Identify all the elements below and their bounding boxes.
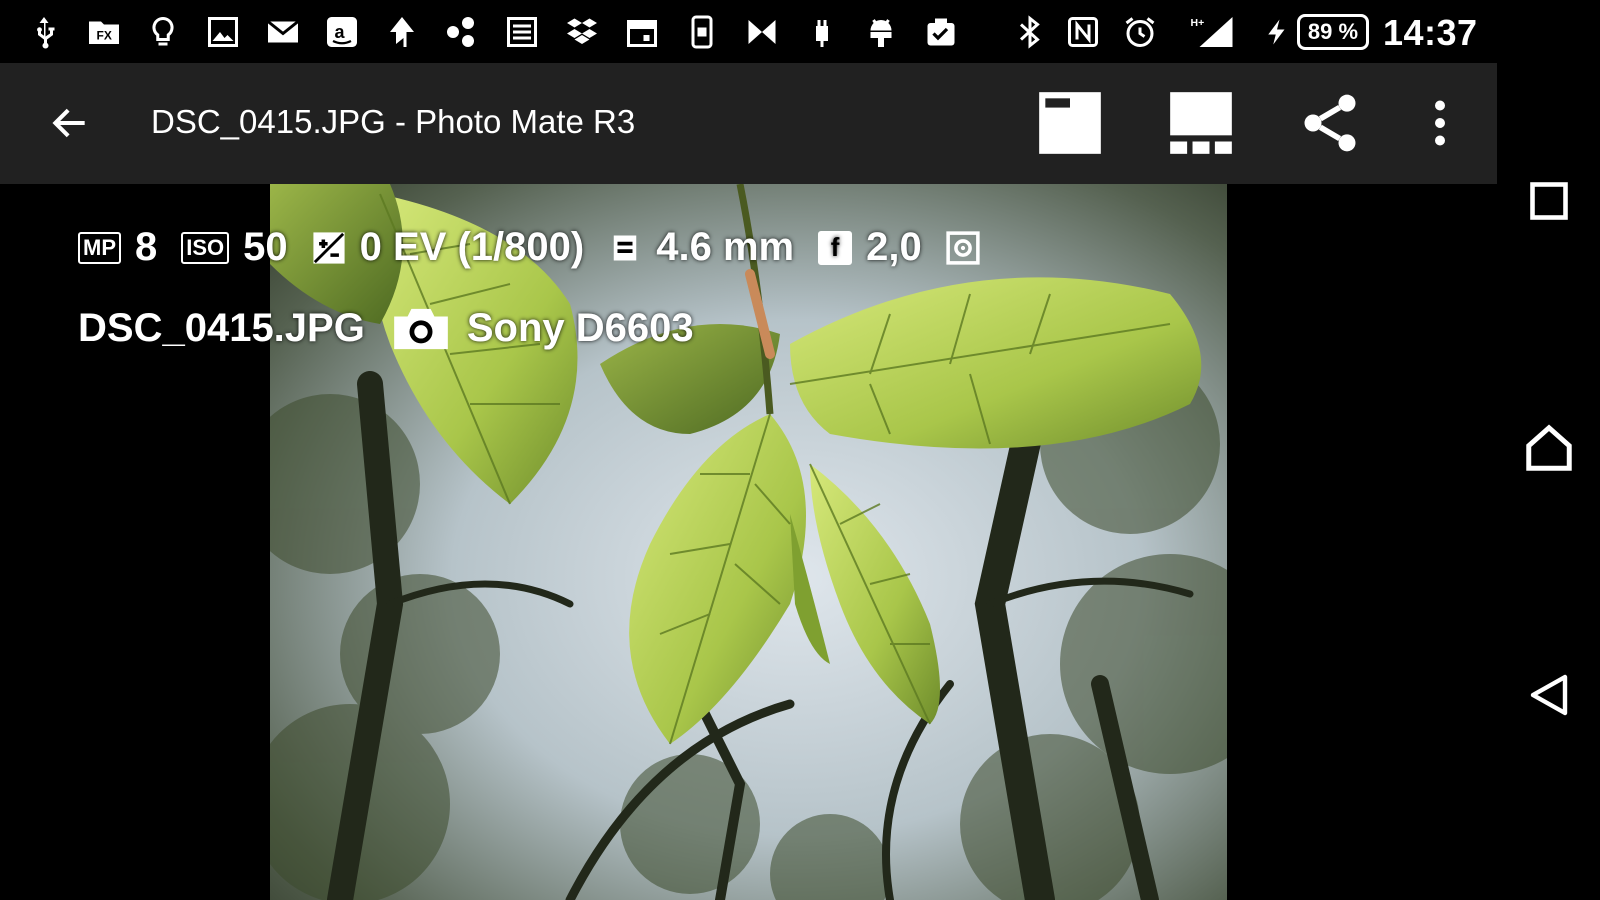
share-button[interactable] [1290,83,1370,163]
phone-sync-icon [682,12,722,52]
charging-icon [1262,12,1292,52]
network-type-label: H+ [1190,17,1204,29]
filmstrip-view-button[interactable] [1161,83,1241,163]
focal-length-value: 4.6 mm [656,225,795,269]
battery-indicator: 89 % [1297,14,1369,50]
megapixel-value: 8 [135,225,158,269]
photo-image[interactable] [270,184,1227,900]
metering-icon [946,230,980,265]
share-alt-icon [442,12,482,52]
svg-text:FX: FX [97,29,112,43]
calendar-icon [622,12,662,52]
recents-square-icon [1530,182,1568,220]
android-icon [861,12,901,52]
bluetooth-icon [1010,12,1050,52]
send-icon [382,12,422,52]
alarm-icon [1120,12,1160,52]
recents-button[interactable] [1519,171,1579,231]
signal-icon: H+ [1185,12,1240,52]
camera-model: Sony D6603 [466,305,694,350]
app-toolbar: DSC_0415.JPG - Photo Mate R3 [0,63,1497,184]
lightbulb-icon [143,12,183,52]
overflow-menu-button[interactable] [1400,83,1480,163]
iso-badge: ISO [181,231,230,264]
more-vert-icon [1435,100,1445,146]
aperture-badge: f [818,230,853,265]
usb-icon [24,12,64,52]
home-icon [1526,424,1572,471]
megapixel-badge: MP [78,231,121,264]
back-triangle-icon [1530,674,1568,716]
back-nav-button[interactable] [1519,665,1579,725]
exposure-icon [312,231,346,265]
arrow-back-icon [52,108,85,138]
file-name: DSC_0415.JPG [78,305,365,350]
status-time: 14:37 [1383,12,1478,53]
dropbox-icon [562,12,602,52]
single-view-button[interactable] [1030,83,1110,163]
camera-icon [389,305,453,351]
home-button[interactable] [1519,418,1579,478]
svg-text:a: a [335,22,346,42]
clipboard-check-icon [921,12,961,52]
exposure-value: 0 EV (1/800) [359,225,585,269]
share-icon [1304,94,1356,152]
back-button[interactable] [40,93,100,153]
fx-file-manager-icon: FX [84,12,124,52]
amazon-icon: a [322,12,362,52]
gallery-icon [203,12,243,52]
aperture-value: 2,0 [866,225,922,269]
iso-value: 50 [243,225,288,269]
file-info-row: DSC_0415.JPG Sony D6603 [78,305,718,351]
nfc-icon [1063,12,1103,52]
mail-icon [263,12,303,52]
news-icon [502,12,542,52]
xperia-icon [742,12,782,52]
filmstrip-icon [1170,92,1232,154]
focal-length-icon [608,231,642,265]
exif-info-row: MP 8 ISO 50 0 EV (1/800) 4.6 mm f 2,0 [78,225,994,270]
leaves-photo [270,184,1227,900]
page-title: DSC_0415.JPG - Photo Mate R3 [151,103,636,140]
single-image-icon [1039,92,1101,154]
battery-label: 89 % [1307,19,1359,44]
status-bar: FX a H+ 89 % 14:37 [0,0,1600,63]
system-navigation-bar [1497,63,1600,900]
plug-icon [802,12,842,52]
